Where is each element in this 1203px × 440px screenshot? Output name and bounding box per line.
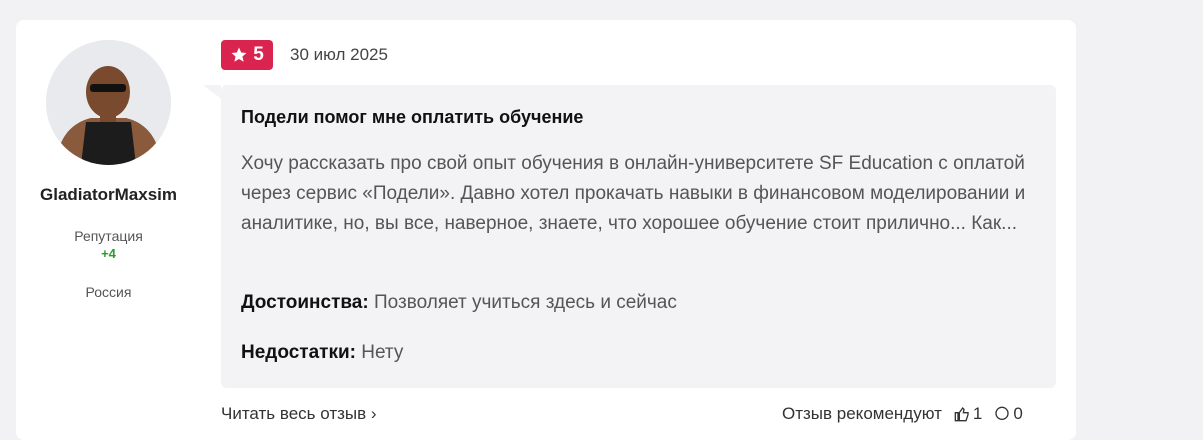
review-text: Хочу рассказать про свой опыт обучения в… [241,153,1026,234]
thumbs-up-icon [954,406,969,422]
rating-badge: 5 [221,40,273,70]
cons-label: Недостатки: [241,342,356,363]
comment-icon [995,406,1010,420]
cons-text: Нету [361,342,404,363]
rating-value: 5 [253,44,264,65]
review-body: Подели помог мне оплатить обучение Хочу … [203,85,1056,388]
read-more-link[interactable]: Читать весь отзыв › [221,404,377,424]
author-name[interactable]: GladiatorMaxsim [16,185,201,205]
star-icon [231,47,247,62]
review-cons: Недостатки: Нету [241,342,403,364]
comments-count: 0 [1013,404,1023,423]
review-date: 30 июл 2025 [290,45,388,64]
like-button[interactable]: 1 [954,404,982,424]
likes-count: 1 [972,404,983,423]
author-country: Россия [85,284,132,300]
review-stats: Отзыв рекомендуют 1 0 [782,404,1023,424]
review-card: GladiatorMaxsim Репутация +4 Россия 5 30… [16,20,1076,440]
avatar[interactable] [46,40,171,165]
bubble-tail [203,85,221,99]
reputation-label: Репутация [74,228,143,244]
pros-label: Достоинства: [241,292,369,313]
pros-text: Позволяет учиться здесь и сейчас [373,292,677,313]
review-title[interactable]: Подели помог мне оплатить обучение [241,107,583,128]
recommend-text: Отзыв рекомендуют [782,404,942,423]
avatar-image [46,40,171,165]
review-pros: Достоинства: Позволяет учиться здесь и с… [241,292,677,314]
comments-button[interactable]: 0 [994,404,1023,424]
reputation-value: +4 [101,246,116,261]
